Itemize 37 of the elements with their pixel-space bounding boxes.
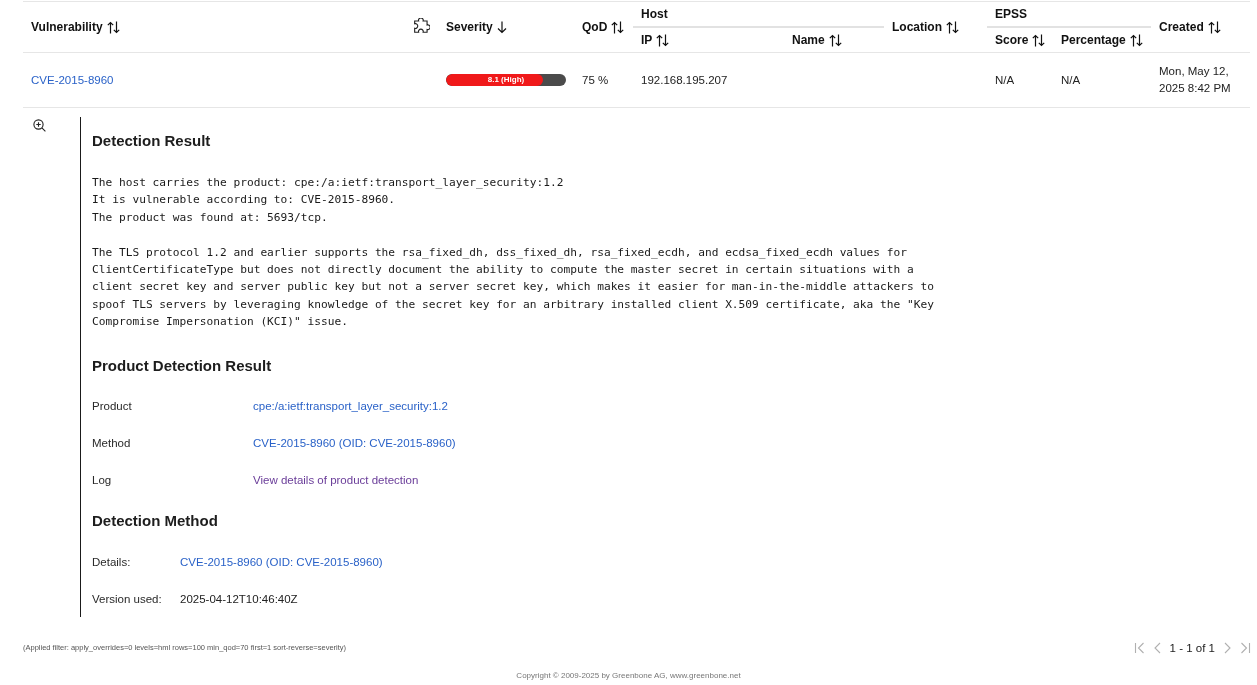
column-header[interactable]: IP	[641, 33, 670, 47]
column-header[interactable]: Score	[995, 33, 1046, 47]
severity-label: 8.1 (High)	[486, 74, 526, 86]
column-group-header: Host	[640, 7, 668, 21]
detail-link[interactable]: cpe:/a:ietf:transport_layer_security:1.2	[253, 400, 448, 413]
zoom-in-icon[interactable]	[33, 119, 46, 132]
column-header[interactable]: QoD	[582, 20, 625, 34]
copyright-text: Copyright © 2009-2025 by Greenbone AG, www.greenbone.net	[516, 671, 741, 681]
detail-link[interactable]: View details of product detection	[253, 474, 419, 487]
section-heading: Detection Result	[92, 131, 212, 151]
column-group-header: EPSS	[994, 7, 1028, 21]
detection-text: The TLS protocol 1.2 and earlier supports the rsa_fixed_dh, dss_fixed_dh, rsa_fixed_ecdh, and ecdsa_fixed_ecdh values for ClientCertificateType but does not directly document the ability to compute the master secret in certain situations with a client secret key and server public key but not a server secret key, which makes it easier for man-in-the-middle attackers to spoof TLS servers by leveraging knowledge of the secret key for an arbitrary installed client X.509 certificate, aka the "Key Compromise Impersonation (KCI)" issue.	[92, 244, 935, 331]
created-date: Mon, May 12, 2025 8:42 PM	[1159, 65, 1231, 94]
field-label: Method	[92, 437, 132, 450]
ip-address: 192.168.195.207	[641, 74, 728, 86]
detail-link[interactable]: CVE-2015-8960 (OID: CVE-2015-8960)	[180, 555, 383, 568]
epss-percentage: N/A	[1061, 74, 1081, 86]
field-value: 2025-04-12T10:46:40Z	[180, 592, 298, 605]
qod-value: 75 %	[582, 74, 609, 86]
detection-text: The host carries the product: cpe:/a:ietf:transport_layer_security:1.2 It is vulnerable according to: CVE-2015-8960. The product was found at: 5693/tcp.	[92, 175, 565, 226]
column-header[interactable]: Name	[792, 33, 842, 47]
column-header[interactable]: Vulnerability	[31, 20, 120, 34]
column-header[interactable]: Created	[1159, 20, 1221, 34]
field-label: Log	[92, 474, 113, 487]
section-heading: Product Detection Result	[92, 355, 273, 376]
column-header[interactable]: Location	[892, 20, 959, 34]
field-label: Product	[92, 400, 133, 413]
section-heading: Detection Method	[92, 511, 219, 532]
column-header[interactable]: Percentage	[1061, 33, 1143, 47]
puzzle-icon	[414, 17, 430, 33]
epss-score: N/A	[995, 74, 1015, 86]
page-range-label: 1 - 1 of 1	[1169, 641, 1215, 654]
vulnerability-link[interactable]: CVE-2015-8960	[31, 74, 114, 86]
column-header[interactable]: Severity	[446, 20, 507, 34]
field-label: Version used:	[92, 592, 163, 605]
field-label: Details:	[92, 555, 132, 568]
detail-link[interactable]: CVE-2015-8960 (OID: CVE-2015-8960)	[253, 437, 456, 450]
